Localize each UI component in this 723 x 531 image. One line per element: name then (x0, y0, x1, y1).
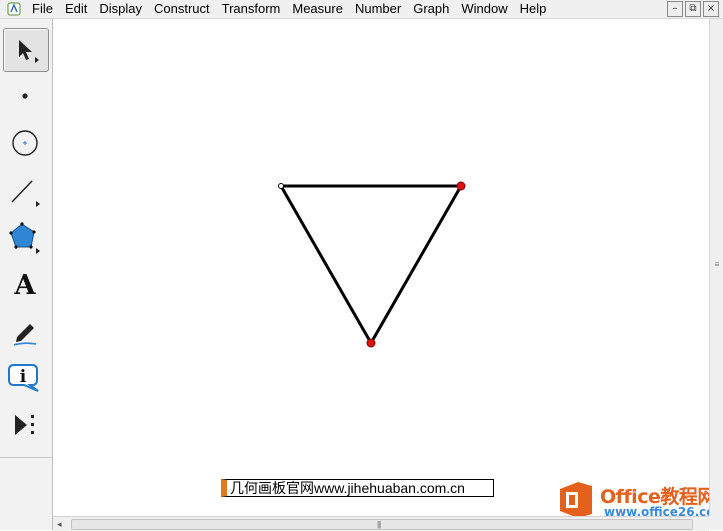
menu-help[interactable]: Help (514, 0, 553, 18)
horizontal-scroll-grip-icon: ||| (377, 520, 381, 529)
scroll-corner (709, 516, 723, 530)
svg-text:i: i (20, 367, 27, 387)
triangle-vertices (278, 181, 466, 348)
segment-right[interactable] (369, 184, 463, 345)
menu-number[interactable]: Number (349, 0, 407, 18)
custom-tool[interactable] (3, 404, 47, 446)
minimize-button[interactable]: – (667, 1, 683, 17)
sketch-drawing (278, 181, 466, 348)
text-tool[interactable]: A (3, 264, 47, 306)
menu-file[interactable]: File (26, 0, 59, 18)
info-icon: i (8, 364, 39, 392)
office-logo-icon (560, 482, 592, 518)
marker-tool[interactable] (3, 311, 47, 353)
restore-button[interactable]: ⧉ (685, 1, 701, 17)
line-icon (11, 180, 40, 207)
arrow-select-tool[interactable] (3, 28, 49, 72)
vertex-top-left[interactable] (278, 183, 284, 189)
circle-icon (12, 130, 38, 156)
point-tool[interactable] (3, 75, 47, 117)
straightedge-tool[interactable] (3, 170, 47, 212)
sketch-canvas[interactable] (53, 19, 709, 516)
menu-bar: File Edit Display Construct Transform Me… (0, 0, 723, 19)
vertical-scrollbar[interactable]: ≡ (709, 19, 723, 516)
play-menu-icon (15, 415, 34, 435)
menu-construct[interactable]: Construct (148, 0, 216, 18)
horizontal-scroll-thumb[interactable]: ||| (71, 519, 693, 530)
polygon-tool[interactable] (3, 216, 47, 258)
window-controls: – ⧉ × (667, 1, 719, 17)
caption-box[interactable]: 几何画板官网www.jihehuaban.com.cn (221, 479, 494, 497)
vertex-bottom[interactable] (366, 338, 376, 348)
horizontal-scrollbar[interactable]: ◂ ||| (53, 516, 709, 531)
toolbox: A i (0, 19, 53, 530)
vertex-top-right[interactable] (456, 181, 466, 191)
menu-display[interactable]: Display (93, 0, 148, 18)
triangle (279, 184, 463, 345)
polygon-icon (9, 222, 40, 254)
menu-window[interactable]: Window (455, 0, 513, 18)
vertical-scroll-grip-icon: ≡ (714, 260, 720, 269)
compass-tool[interactable] (3, 122, 47, 164)
scroll-left-icon[interactable]: ◂ (57, 519, 62, 530)
close-button[interactable]: × (703, 1, 719, 17)
app-icon[interactable] (6, 1, 22, 17)
text-icon: A (14, 269, 36, 301)
arrow-icon (19, 40, 39, 63)
toolbox-divider (0, 457, 52, 458)
menu-transform[interactable]: Transform (216, 0, 287, 18)
menu-graph[interactable]: Graph (407, 0, 455, 18)
point-icon (22, 93, 28, 99)
menu-edit[interactable]: Edit (59, 0, 93, 18)
information-tool[interactable]: i (3, 357, 47, 399)
menu-measure[interactable]: Measure (286, 0, 349, 18)
segment-left[interactable] (279, 184, 373, 345)
pen-icon (13, 324, 37, 346)
